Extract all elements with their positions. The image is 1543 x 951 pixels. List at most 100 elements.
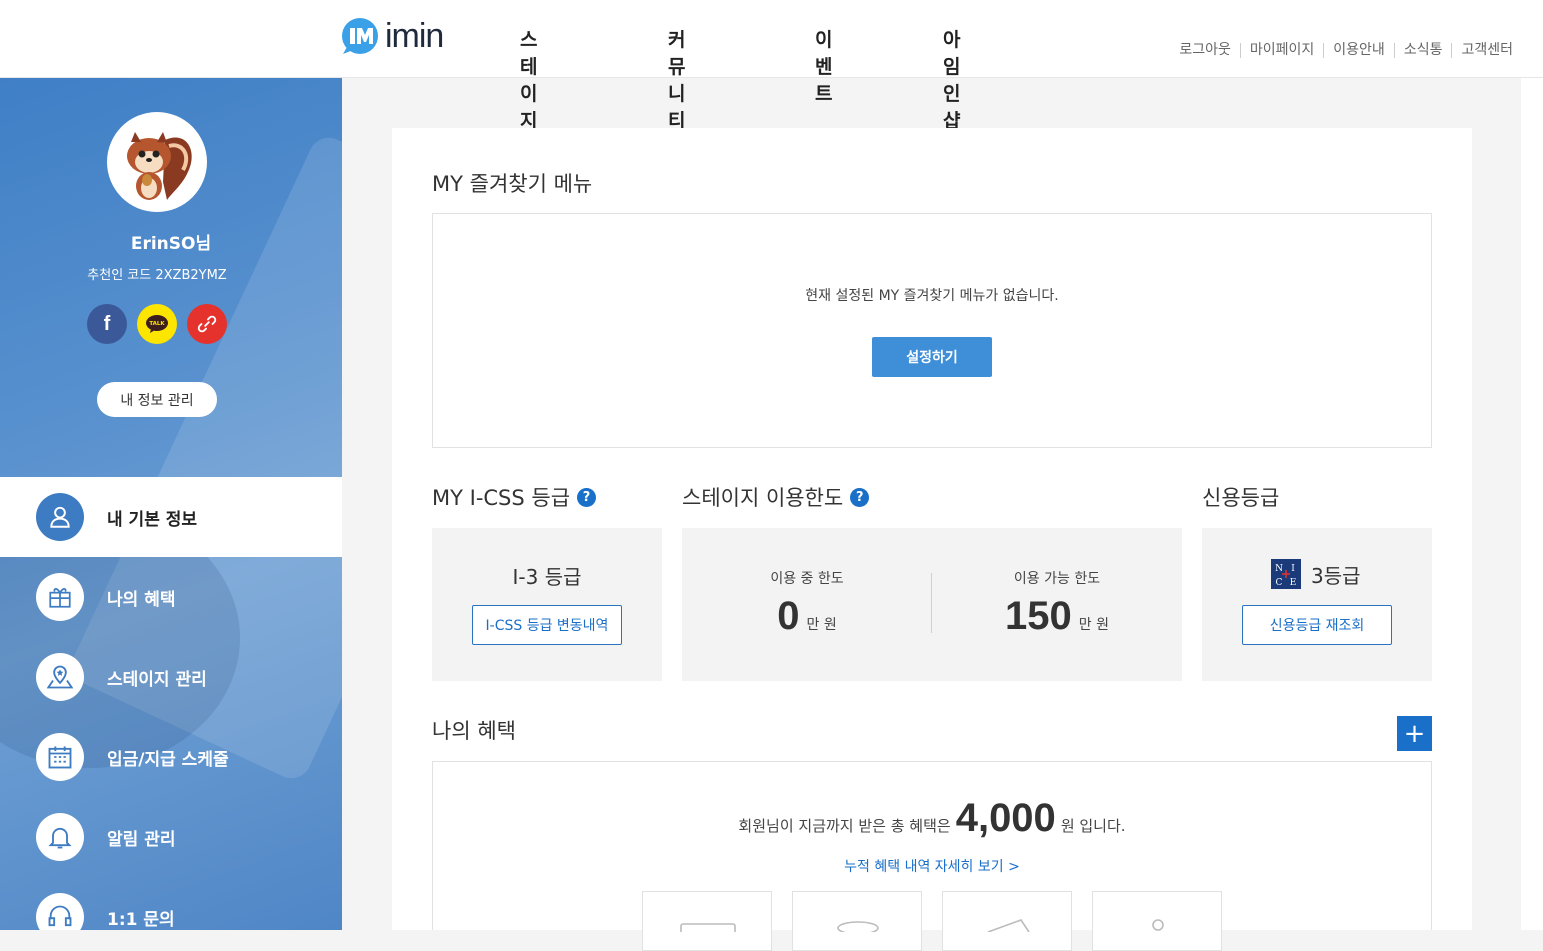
icss-grade: I-3 등급 bbox=[512, 565, 582, 589]
icss-title: MY I-CSS 등급 ? bbox=[432, 482, 597, 512]
kakaotalk-share-button[interactable]: TALK bbox=[137, 304, 177, 344]
limit-in-use-value-row: 0 만 원 bbox=[682, 594, 932, 639]
favorites-setup-button[interactable]: 설정하기 bbox=[872, 337, 992, 377]
credit-box: N I C E 3등급 신용등급 재조회 bbox=[1202, 528, 1432, 681]
favorites-empty-message: 현재 설정된 MY 즐겨찾기 메뉴가 없습니다. bbox=[805, 288, 1059, 304]
map-pin-icon bbox=[36, 653, 84, 701]
favorites-title-text: MY 즐겨찾기 메뉴 bbox=[432, 172, 593, 196]
limit-available-label: 이용 가능 한도 bbox=[1013, 571, 1101, 587]
stage-limit-help-icon[interactable]: ? bbox=[850, 487, 870, 507]
side-menu: 내 기본 정보 나의 혜택 스테이지 관리 입금/지급 스케줄 알림 관리 1:… bbox=[0, 477, 342, 930]
benefit-card-3[interactable] bbox=[942, 891, 1072, 951]
svg-text:I: I bbox=[1291, 564, 1295, 574]
link-icon bbox=[197, 315, 217, 333]
nickname: ErinSO님 bbox=[130, 234, 212, 254]
benefits-box: 회원님이 지금까지 받은 총 혜택은 4,000 원 입니다. 누적 혜택 내역… bbox=[432, 761, 1432, 951]
icss-history-button[interactable]: I-CSS 등급 변동내역 bbox=[472, 605, 622, 645]
benefits-title-text: 나의 혜택 bbox=[432, 719, 516, 743]
header: imin 스테이지 커뮤니티 이벤트 아임인샵 로그아웃 마이페이지 이용안내 … bbox=[0, 0, 1543, 132]
facebook-share-button[interactable]: f bbox=[87, 304, 127, 344]
limit-available-value-row: 150 만 원 bbox=[932, 594, 1182, 639]
headset-icon bbox=[36, 893, 84, 930]
profile-panel: ErinSO님 추천인 코드 2XZB2YMZ f TALK 내 정보 관리 bbox=[0, 78, 342, 477]
favorites-title: MY 즐겨찾기 메뉴 bbox=[432, 168, 592, 198]
right-gutter bbox=[1521, 78, 1543, 930]
stage-limit-title: 스테이지 이용한도 ? bbox=[682, 482, 870, 512]
credit-grade-row: N I C E 3등급 bbox=[1271, 559, 1361, 589]
limit-in-use-label: 이용 중 한도 bbox=[770, 571, 844, 587]
limit-in-use-value: 0 bbox=[777, 594, 800, 638]
sidebar-item-stage-manage[interactable]: 스테이지 관리 bbox=[0, 637, 342, 717]
benefits-total-line: 회원님이 지금까지 받은 총 혜택은 4,000 원 입니다. bbox=[433, 796, 1431, 841]
logo-text: imin bbox=[385, 16, 444, 55]
calendar-icon bbox=[36, 733, 84, 781]
sidebar-item-label: 알림 관리 bbox=[107, 829, 176, 850]
stage-limit-box: 이용 중 한도 0 만 원 이용 가능 한도 150 만 원 bbox=[682, 528, 1182, 681]
favorites-box: 현재 설정된 MY 즐겨찾기 메뉴가 없습니다. 설정하기 bbox=[432, 213, 1432, 448]
nav-stage[interactable]: 스테이지 bbox=[520, 25, 537, 133]
nav-community[interactable]: 커뮤니티 bbox=[668, 25, 685, 133]
credit-recheck-button[interactable]: 신용등급 재조회 bbox=[1242, 605, 1392, 645]
imin-logo[interactable]: imin bbox=[341, 15, 444, 57]
credit-title: 신용등급 bbox=[1202, 482, 1279, 512]
customer-center-link[interactable]: 고객센터 bbox=[1451, 43, 1522, 58]
benefits-amount: 4,000 bbox=[955, 796, 1056, 840]
benefits-prefix: 회원님이 지금까지 받은 총 혜택은 bbox=[738, 817, 951, 835]
benefits-suffix: 원 입니다. bbox=[1060, 817, 1126, 835]
benefits-more-button[interactable]: + bbox=[1397, 716, 1432, 751]
sidebar-item-schedule[interactable]: 입금/지급 스케줄 bbox=[0, 717, 342, 797]
card-icon bbox=[680, 923, 736, 939]
svg-text:TALK: TALK bbox=[149, 321, 165, 327]
kakaotalk-icon: TALK bbox=[146, 315, 168, 333]
coin-icon bbox=[837, 921, 879, 935]
benefit-card-4[interactable] bbox=[1092, 891, 1222, 951]
sns-share: f TALK bbox=[87, 304, 237, 344]
sidebar-item-inquiry[interactable]: 1:1 문의 bbox=[0, 877, 342, 930]
benefits-title: 나의 혜택 bbox=[432, 715, 516, 745]
icss-title-text: MY I-CSS 등급 bbox=[432, 486, 571, 510]
limit-in-use-unit: 만 원 bbox=[806, 617, 837, 633]
utility-nav: 로그아웃 마이페이지 이용안내 소식통 고객센터 bbox=[1170, 43, 1522, 58]
sidebar-item-label: 입금/지급 스케줄 bbox=[107, 749, 229, 770]
mypage-link[interactable]: 마이페이지 bbox=[1239, 43, 1323, 58]
imin-logo-icon bbox=[342, 18, 378, 54]
my-info-manage-button[interactable]: 내 정보 관리 bbox=[97, 382, 217, 417]
sidebar-item-basic-info[interactable]: 내 기본 정보 bbox=[0, 477, 342, 557]
icss-help-icon[interactable]: ? bbox=[577, 487, 597, 507]
news-link[interactable]: 소식통 bbox=[1393, 43, 1452, 58]
referral-code-label: 추천인 코드 bbox=[87, 268, 152, 283]
credit-title-text: 신용등급 bbox=[1202, 486, 1280, 510]
svg-text:C: C bbox=[1276, 578, 1283, 588]
limit-available-unit: 만 원 bbox=[1078, 617, 1109, 633]
logout-link[interactable]: 로그아웃 bbox=[1170, 43, 1240, 58]
facebook-icon: f bbox=[103, 312, 111, 335]
sidebar: ErinSO님 추천인 코드 2XZB2YMZ f TALK 내 정보 관리 내… bbox=[0, 78, 342, 930]
bell-icon bbox=[36, 813, 84, 861]
sidebar-item-label: 스테이지 관리 bbox=[107, 669, 207, 690]
limit-available: 이용 가능 한도 150 만 원 bbox=[932, 528, 1182, 681]
benefit-card-1[interactable] bbox=[642, 891, 772, 951]
sidebar-item-benefits[interactable]: 나의 혜택 bbox=[0, 557, 342, 637]
ticket-icon bbox=[987, 919, 1030, 933]
sidebar-item-notification[interactable]: 알림 관리 bbox=[0, 797, 342, 877]
sidebar-item-label: 1:1 문의 bbox=[107, 909, 175, 930]
nice-logo-icon: N I C E bbox=[1271, 559, 1301, 589]
nav-event[interactable]: 이벤트 bbox=[815, 25, 832, 106]
person-icon bbox=[1152, 919, 1164, 931]
avatar bbox=[107, 112, 207, 212]
copy-link-button[interactable] bbox=[187, 304, 227, 344]
stage-limit-title-text: 스테이지 이용한도 bbox=[682, 486, 844, 510]
nav-shop[interactable]: 아임인샵 bbox=[943, 25, 960, 133]
squirrel-avatar-icon bbox=[127, 132, 192, 200]
guide-link[interactable]: 이용안내 bbox=[1323, 43, 1394, 58]
main-content: MY 즐겨찾기 메뉴 현재 설정된 MY 즐겨찾기 메뉴가 없습니다. 설정하기… bbox=[392, 128, 1472, 951]
benefit-card-2[interactable] bbox=[792, 891, 922, 951]
sidebar-item-label: 나의 혜택 bbox=[107, 589, 176, 610]
credit-grade: 3등급 bbox=[1311, 563, 1361, 588]
referral-code-value: 2XZB2YMZ bbox=[155, 268, 227, 283]
benefits-detail-link[interactable]: 누적 혜택 내역 자세히 보기 > bbox=[433, 856, 1431, 876]
svg-text:N: N bbox=[1275, 564, 1283, 574]
gift-icon bbox=[36, 573, 84, 621]
svg-text:E: E bbox=[1290, 578, 1297, 588]
referral-code: 추천인 코드 2XZB2YMZ bbox=[0, 264, 314, 283]
